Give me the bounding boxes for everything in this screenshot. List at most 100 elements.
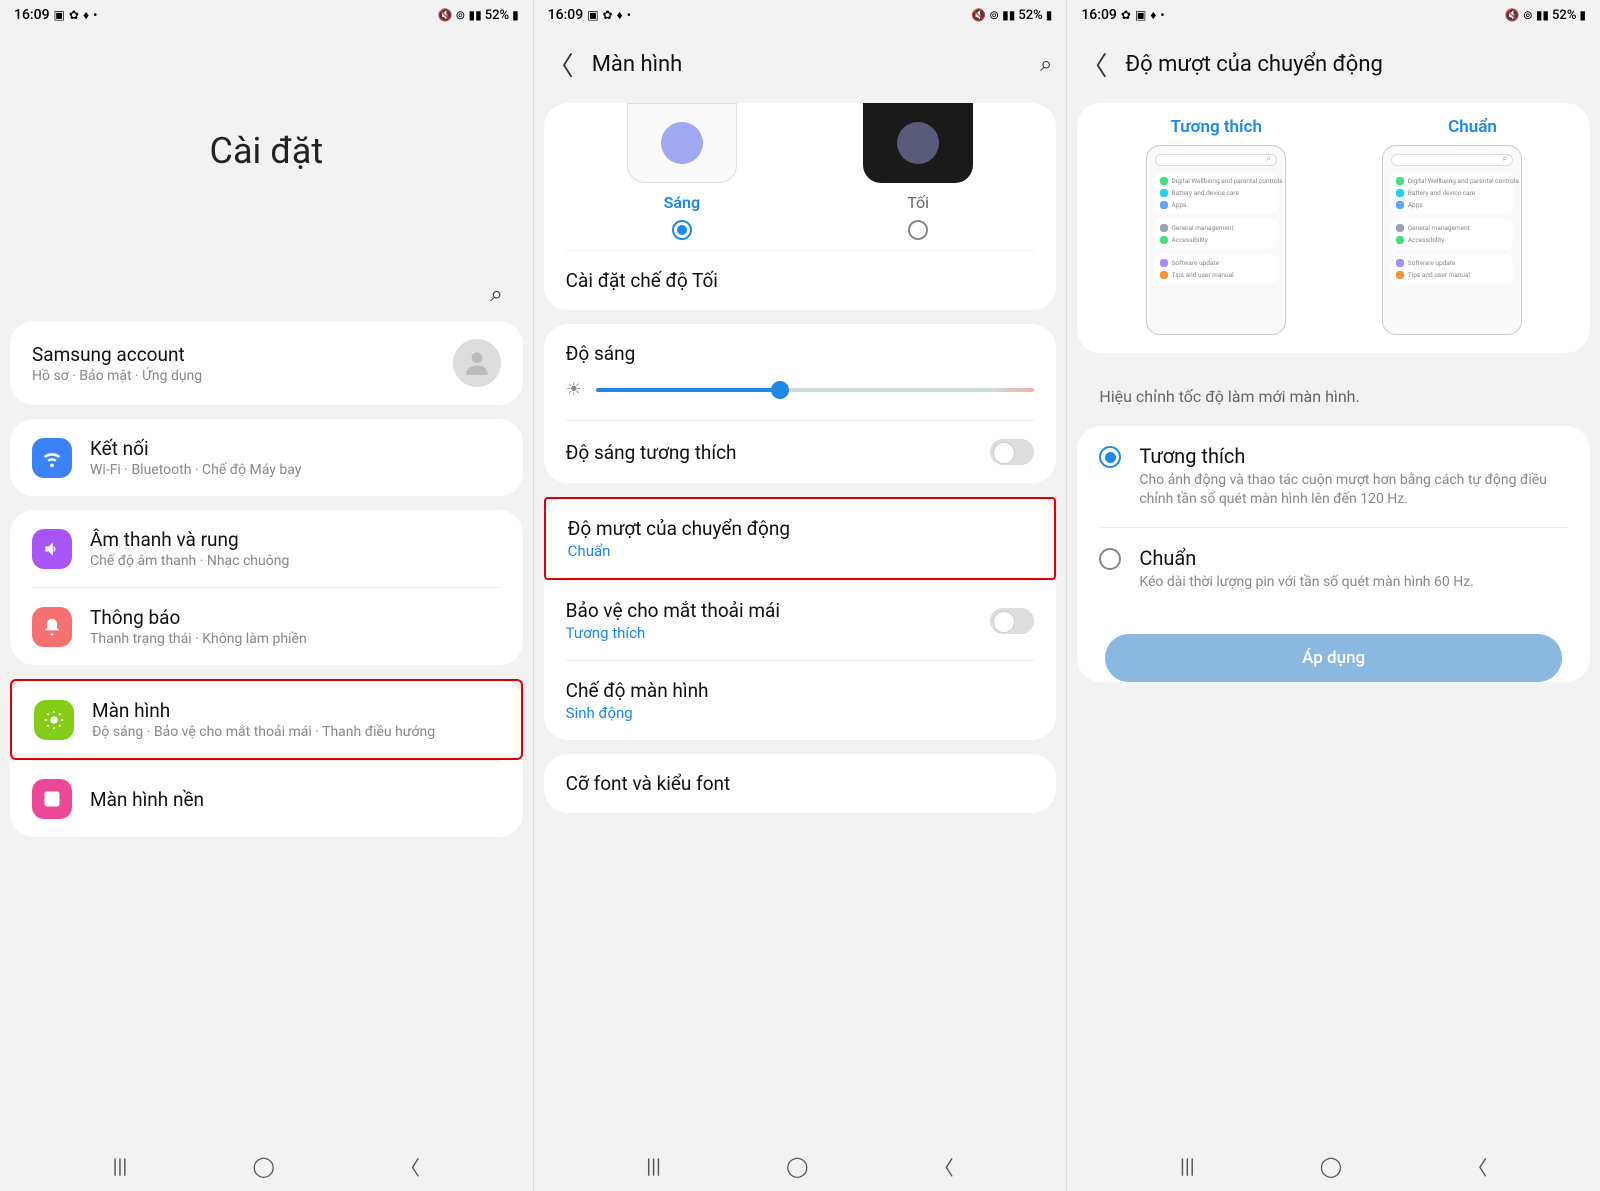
dot-icon: • xyxy=(93,8,97,22)
recents-button[interactable]: ||| xyxy=(646,1154,661,1178)
nav-bar: ||| ◯ 〈 xyxy=(534,1141,1067,1191)
back-button[interactable]: 〈 xyxy=(934,1152,954,1181)
opt1-desc: Cho ảnh động và thao tác cuộn mượt hơn b… xyxy=(1139,471,1568,509)
row-title: Âm thanh và rung xyxy=(90,528,501,551)
dot-icon: • xyxy=(1160,8,1164,22)
row-sub: Độ sáng · Bảo vệ cho mắt thoải mái · Tha… xyxy=(92,724,499,740)
phone-motion: 16:09 ✿ ▣ ♦ • 🔇 ⊚ ▮▮ 52% ▮ 〈 Độ mượt của… xyxy=(1066,0,1600,1191)
option-adaptive[interactable]: Tương thích Cho ảnh động và thao tác cuộ… xyxy=(1077,426,1590,527)
row-title: Màn hình xyxy=(92,699,499,722)
row-title: Màn hình nền xyxy=(90,788,501,811)
preview-adaptive: Digital Wellbeing and parental controls … xyxy=(1146,145,1286,335)
tab-adaptive[interactable]: Tương thích xyxy=(1170,117,1261,137)
radio-adaptive[interactable] xyxy=(1099,446,1121,468)
row-connections[interactable]: Kết nối Wi-Fi · Bluetooth · Chế độ Máy b… xyxy=(10,419,523,496)
dark-settings-label: Cài đặt chế độ Tối xyxy=(566,269,1035,292)
bulb-icon: ♦ xyxy=(617,8,623,22)
wifi-icon: ⊚ xyxy=(1523,8,1533,22)
motion-title: Độ mượt của chuyển động xyxy=(568,517,1033,540)
eye-toggle[interactable] xyxy=(990,608,1034,634)
phone-display: 16:09 ▣ ✿ ♦ • 🔇 ⊚ ▮▮ 52% ▮ 〈 Màn hình ⌕ xyxy=(533,0,1067,1191)
apply-button[interactable]: Áp dụng xyxy=(1105,634,1562,682)
gear-icon: ✿ xyxy=(603,8,613,22)
search-icon[interactable]: ⌕ xyxy=(1040,52,1052,77)
nav-bar: ||| ◯ 〈 xyxy=(1067,1141,1600,1191)
image-icon: ▣ xyxy=(54,8,65,22)
status-time: 16:09 xyxy=(14,7,50,23)
motion-value: Chuẩn xyxy=(568,542,1033,560)
font-card[interactable]: Cỡ font và kiểu font xyxy=(544,754,1057,813)
adaptive-toggle[interactable] xyxy=(990,439,1034,465)
mute-icon: 🔇 xyxy=(971,8,986,22)
back-icon[interactable]: 〈 xyxy=(1081,46,1107,83)
brightness-card: Độ sáng ☀ Độ sáng tương thích xyxy=(544,324,1057,483)
mode-value: Sinh động xyxy=(566,704,1035,722)
image-icon: ▣ xyxy=(587,8,598,22)
eye-title: Bảo vệ cho mắt thoải mái xyxy=(566,599,780,622)
preview-card: Tương thích Chuẩn Digital Wellbeing and … xyxy=(1077,103,1590,353)
font-label: Cỡ font và kiểu font xyxy=(566,772,1035,795)
theme-light[interactable]: Sáng xyxy=(564,103,800,240)
phone-settings: 16:09 ▣ ✿ ♦ • 🔇 ⊚ ▮▮ 52% ▮ Cài đặt ⌕ Sam… xyxy=(0,0,533,1191)
options-card: Tương thích Cho ảnh động và thao tác cuộ… xyxy=(1077,426,1590,682)
radio-light[interactable] xyxy=(672,220,692,240)
battery-icon: ▮ xyxy=(1046,8,1053,22)
account-sub: Hồ sơ · Bảo mật · Ứng dụng xyxy=(32,368,435,384)
status-bar: 16:09 ▣ ✿ ♦ • 🔇 ⊚ ▮▮ 52% ▮ xyxy=(534,0,1067,30)
row-wallpaper[interactable]: Màn hình nền xyxy=(32,760,501,837)
gear-icon: ✿ xyxy=(1121,8,1131,22)
speaker-icon xyxy=(32,529,72,569)
mode-title: Chế độ màn hình xyxy=(566,679,1035,702)
home-button[interactable]: ◯ xyxy=(1320,1154,1342,1178)
bell-icon xyxy=(32,607,72,647)
row-notifications[interactable]: Thông báo Thanh trạng thái · Không làm p… xyxy=(32,587,501,665)
row-sub: Thanh trạng thái · Không làm phiền xyxy=(90,631,501,647)
wifi-icon xyxy=(32,438,72,478)
dot-icon: • xyxy=(627,8,631,22)
screen-mode-row[interactable]: Chế độ màn hình Sinh động xyxy=(544,661,1057,740)
signal-icon: ▮▮ xyxy=(1002,8,1015,22)
home-button[interactable]: ◯ xyxy=(252,1154,274,1178)
motion-row[interactable]: Độ mượt của chuyển động Chuẩn xyxy=(544,497,1057,580)
option-standard[interactable]: Chuẩn Kéo dài thời lượng pin với tần số … xyxy=(1077,528,1590,610)
connections-card: Kết nối Wi-Fi · Bluetooth · Chế độ Máy b… xyxy=(10,419,523,496)
account-card[interactable]: Samsung account Hồ sơ · Bảo mật · Ứng dụ… xyxy=(10,321,523,405)
row-title: Thông báo xyxy=(90,606,501,629)
adaptive-row[interactable]: Độ sáng tương thích xyxy=(544,421,1057,483)
image-icon xyxy=(32,779,72,819)
gear-icon: ✿ xyxy=(69,8,79,22)
back-icon[interactable]: 〈 xyxy=(548,46,574,83)
back-button[interactable]: 〈 xyxy=(1467,1152,1487,1181)
battery-text: 52% xyxy=(485,8,509,23)
brightness-slider[interactable] xyxy=(596,388,1035,392)
account-title: Samsung account xyxy=(32,343,435,366)
opt1-title: Tương thích xyxy=(1139,444,1568,468)
wifi-icon: ⊚ xyxy=(455,8,465,22)
radio-standard[interactable] xyxy=(1099,548,1121,570)
mute-icon: 🔇 xyxy=(437,8,452,22)
row-title: Kết nối xyxy=(90,437,501,460)
opt2-title: Chuẩn xyxy=(1139,546,1473,570)
page-title: Cài đặt xyxy=(10,130,523,172)
signal-icon: ▮▮ xyxy=(1536,8,1549,22)
home-button[interactable]: ◯ xyxy=(786,1154,808,1178)
radio-dark[interactable] xyxy=(908,220,928,240)
back-button[interactable]: 〈 xyxy=(400,1152,420,1181)
row-sound[interactable]: Âm thanh và rung Chế độ âm thanh · Nhạc … xyxy=(10,510,523,587)
eye-row[interactable]: Bảo vệ cho mắt thoải mái Tương thích xyxy=(544,581,1057,660)
battery-icon: ▮ xyxy=(512,8,519,22)
theme-dark-label: Tối xyxy=(800,193,1036,212)
battery-icon: ▮ xyxy=(1579,8,1586,22)
wifi-icon: ⊚ xyxy=(989,8,999,22)
dark-settings-row[interactable]: Cài đặt chế độ Tối xyxy=(544,251,1057,310)
sun-icon: ☀ xyxy=(566,379,582,400)
row-display[interactable]: Màn hình Độ sáng · Bảo vệ cho mắt thoải … xyxy=(10,679,523,760)
adaptive-label: Độ sáng tương thích xyxy=(566,441,737,464)
recents-button[interactable]: ||| xyxy=(113,1154,128,1178)
status-bar: 16:09 ✿ ▣ ♦ • 🔇 ⊚ ▮▮ 52% ▮ xyxy=(1067,0,1600,30)
theme-dark[interactable]: Tối xyxy=(800,103,1036,240)
avatar-icon xyxy=(453,339,501,387)
search-icon[interactable]: ⌕ xyxy=(490,282,502,307)
tab-standard[interactable]: Chuẩn xyxy=(1448,117,1497,137)
recents-button[interactable]: ||| xyxy=(1180,1154,1195,1178)
